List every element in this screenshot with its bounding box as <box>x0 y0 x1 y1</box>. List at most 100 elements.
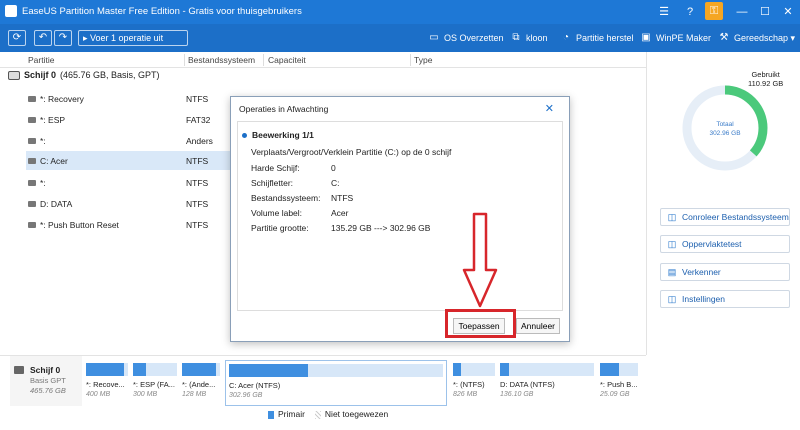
partition-usage-bar <box>133 363 177 376</box>
execute-operations-button[interactable]: ▸ Voer 1 operatie uit <box>78 30 188 46</box>
partition-icon <box>28 117 36 123</box>
execute-operations-label: Voer 1 operatie uit <box>90 33 164 43</box>
column-separator <box>184 54 185 66</box>
partition-icon <box>28 138 36 144</box>
settings-label: Instellingen <box>682 294 726 304</box>
partition-usage-bar <box>86 363 128 376</box>
disk-map-partition[interactable]: D: DATA (NTFS) 136.10 GB <box>500 363 594 405</box>
app-logo-icon <box>5 5 17 17</box>
menu-icon[interactable]: ☰ <box>653 0 675 24</box>
partition-size: 826 MB <box>453 391 478 398</box>
help-icon[interactable]: ? <box>679 0 701 24</box>
partition-icon <box>28 222 36 228</box>
detail-value: Acer <box>331 208 349 218</box>
cancel-button[interactable]: Annuleer <box>516 318 560 334</box>
partition-recovery-button[interactable]: ◔ Partitie herstel <box>560 31 634 45</box>
disk-map-partition[interactable]: *: (NTFS) 826 MB <box>453 363 495 405</box>
partition-row[interactable]: *: Push Button Reset NTFS <box>26 215 236 234</box>
detail-key: Harde Schijf: <box>251 163 300 173</box>
undo-icon[interactable]: ↶ <box>34 30 52 46</box>
partition-label: C: Acer (NTFS) <box>229 381 281 390</box>
column-separator <box>263 54 264 66</box>
check-filesystem-label: Conroleer Bestandssysteem <box>682 212 789 222</box>
close-button[interactable]: ✕ <box>777 0 799 24</box>
operation-title: Beewerking 1/1 <box>252 130 314 140</box>
partition-icon <box>28 180 36 186</box>
check-filesystem-button[interactable]: ◫ Conroleer Bestandssysteem <box>660 208 790 226</box>
partition-row[interactable]: *: Recovery NTFS <box>26 89 236 108</box>
explorer-label: Verkenner <box>682 267 721 277</box>
partition-usage-fill <box>500 363 510 376</box>
column-bestandssysteem[interactable]: Bestandssysteem <box>188 55 255 65</box>
partition-size: 136.10 GB <box>500 391 534 398</box>
explorer-button[interactable]: ▤ Verkenner <box>660 263 790 281</box>
os-migrate-button[interactable]: ▭ OS Overzetten <box>428 31 503 45</box>
detail-row: Schijfletter: C: <box>251 178 340 188</box>
column-capaciteit[interactable]: Capaciteit <box>268 55 306 65</box>
operation-description: Verplaats/Vergroot/Verklein Partitie (C:… <box>251 147 452 157</box>
partition-table-header: Partitie Bestandssysteem Capaciteit Type <box>0 52 646 68</box>
winpe-maker-button[interactable]: ▣ WinPE Maker <box>640 31 711 45</box>
annotation-highlight-box <box>445 309 516 338</box>
disk-map-partition[interactable]: *: Push B... 25.09 GB <box>600 363 638 405</box>
partition-usage-fill <box>133 363 147 376</box>
disk-map-name: Schijf 0 <box>30 365 61 375</box>
partition-name: D: DATA <box>40 199 73 209</box>
upgrade-key-icon[interactable]: ⚿ <box>705 2 723 20</box>
disk-map-partition[interactable]: *: (Ande... 128 MB <box>182 363 220 405</box>
legend-unallocated-label: Niet toegewezen <box>324 409 389 419</box>
winpe-maker-label: WinPE Maker <box>656 33 712 43</box>
title-bar: EaseUS Partition Master Free Edition - G… <box>0 0 800 24</box>
partition-label: *: (Ande... <box>182 380 216 389</box>
partition-usage-fill <box>182 363 217 376</box>
partition-size: 25.09 GB <box>600 391 630 398</box>
partition-size: 302.96 GB <box>229 392 263 399</box>
detail-key: Volume label: <box>251 208 303 218</box>
partition-row[interactable]: *: NTFS <box>26 173 236 192</box>
partition-row[interactable]: *: ESP FAT32 <box>26 110 236 129</box>
partition-size: 128 MB <box>182 391 207 398</box>
maximize-button[interactable]: ☐ <box>754 0 776 24</box>
clone-icon: ⧉ <box>512 32 520 43</box>
partition-filesystem: NTFS <box>186 178 209 188</box>
partition-usage-bar <box>453 363 495 376</box>
operation-heading[interactable]: Beewerking 1/1 <box>242 130 314 140</box>
partition-filesystem: NTFS <box>186 94 209 104</box>
partition-row[interactable]: D: DATA NTFS <box>26 194 236 213</box>
annotation-arrow-icon <box>462 212 498 308</box>
partition-usage-fill <box>86 363 124 376</box>
detail-value: NTFS <box>331 193 354 203</box>
partition-name: *: Recovery <box>40 94 84 104</box>
refresh-icon[interactable]: ⟳ <box>8 30 26 46</box>
column-partitie[interactable]: Partitie <box>28 55 54 65</box>
tools-menu-button[interactable]: ⚒ Gereedschap ▾ <box>718 31 796 45</box>
detail-key: Schijfletter: <box>251 178 294 188</box>
column-type[interactable]: Type <box>414 55 432 65</box>
partition-size: 400 MB <box>86 391 111 398</box>
partition-label: *: (NTFS) <box>453 380 485 389</box>
detail-value: C: <box>331 178 340 188</box>
dialog-close-icon[interactable]: ✕ <box>545 102 554 115</box>
partition-name: C: Acer <box>40 156 68 166</box>
partition-name: *: <box>40 136 46 146</box>
disk-map-partition[interactable]: *: Recove... 400 MB <box>86 363 128 405</box>
disk-map-partition[interactable]: *: ESP (FA... 300 MB <box>133 363 177 405</box>
partition-icon <box>28 158 36 164</box>
partition-name: *: Push Button Reset <box>40 220 119 230</box>
legend-primary-label: Primair <box>278 409 305 419</box>
surface-test-button[interactable]: ◫ Oppervlaktetest <box>660 235 790 253</box>
partition-label: *: Push B... <box>600 380 638 389</box>
disk-header[interactable]: Schijf 0 (465.76 GB, Basis, GPT) <box>8 70 160 80</box>
clone-button[interactable]: ⧉ kloon <box>510 31 547 45</box>
bullet-icon <box>242 132 247 138</box>
partition-row[interactable]: *: Anders <box>26 131 236 150</box>
detail-row: Harde Schijf: 0 <box>251 163 336 173</box>
settings-button[interactable]: ◫ Instellingen <box>660 290 790 308</box>
redo-icon[interactable]: ↷ <box>54 30 72 46</box>
partition-row-selected[interactable]: C: Acer NTFS <box>26 151 236 170</box>
disk-map-disk[interactable]: Schijf 0 Basis GPT 465.76 GB <box>10 356 82 406</box>
disk-info: (465.76 GB, Basis, GPT) <box>60 70 160 80</box>
detail-key: Bestandssysteem: <box>251 193 321 203</box>
disk-map-partition-selected[interactable]: C: Acer (NTFS) 302.96 GB <box>225 360 447 406</box>
minimize-button[interactable]: — <box>731 0 753 24</box>
